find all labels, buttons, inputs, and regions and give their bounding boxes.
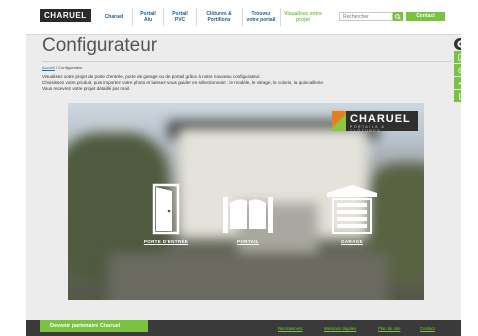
nav-item-portail-alu[interactable]: Portail Alu bbox=[136, 0, 160, 34]
become-partner-button[interactable]: Devenir partenaire Charuel bbox=[40, 320, 148, 332]
nav-separator bbox=[163, 8, 164, 26]
choice-porte-entree-label: PORTE D'ENTRÉE bbox=[143, 239, 189, 244]
search-icon bbox=[395, 13, 401, 20]
choice-garage-label: GARAGE bbox=[341, 239, 363, 244]
nav-item-charuel[interactable]: Charuel bbox=[99, 0, 129, 34]
footer-link-mentions-legales[interactable]: Mentions légales bbox=[324, 326, 356, 331]
title-divider bbox=[42, 61, 452, 62]
footer-link-contact[interactable]: Contact bbox=[420, 326, 435, 331]
nav-item-trouvez-votre-portail[interactable]: Trouvez votre portail bbox=[245, 0, 277, 34]
nav-separator bbox=[132, 8, 133, 26]
breadcrumb-current: Configurateur bbox=[58, 65, 83, 70]
site-logo[interactable]: CHARUEL bbox=[40, 9, 91, 22]
gate-icon bbox=[223, 197, 273, 233]
choice-portail[interactable]: PORTAIL bbox=[218, 191, 278, 244]
hero-brand-logo: CHARUEL PORTAILS & CLÔTURES bbox=[332, 111, 418, 133]
document-icon bbox=[458, 92, 461, 100]
chevron-left-icon bbox=[457, 40, 461, 48]
nav-separator bbox=[196, 8, 197, 26]
search-input[interactable]: Rechercher bbox=[339, 12, 393, 21]
nav-item-clotures-portillons[interactable]: Clôtures & Portillons bbox=[199, 0, 239, 34]
choice-porte-entree[interactable]: PORTE D'ENTRÉE bbox=[136, 183, 196, 244]
choice-garage[interactable]: GARAGE bbox=[320, 183, 384, 244]
search-button[interactable] bbox=[393, 12, 403, 21]
hero-background bbox=[108, 253, 388, 300]
browser-page: CHARUEL Charuel Portail Alu Portail PVC … bbox=[26, 0, 461, 336]
contact-button[interactable]: Contact bbox=[406, 12, 445, 21]
nav-separator bbox=[242, 8, 243, 26]
front-door-icon bbox=[152, 183, 180, 235]
sidebar-document-button[interactable] bbox=[454, 90, 461, 102]
sidebar-target-button[interactable] bbox=[454, 64, 461, 76]
logo-text: CHARUEL bbox=[40, 9, 91, 22]
intro-text: Visualisez votre projet de porte d'entré… bbox=[42, 74, 442, 92]
nav-item-portail-pvc[interactable]: Portail PVC bbox=[167, 0, 193, 34]
logo-mark-icon bbox=[332, 111, 346, 131]
breadcrumb: Accueil / Configurateur bbox=[42, 65, 83, 70]
nav-separator bbox=[280, 8, 281, 26]
garage-door-icon bbox=[327, 185, 377, 234]
footer-link-plan-de-site[interactable]: Plan de site bbox=[378, 326, 400, 331]
sidebar-edit-button[interactable] bbox=[454, 51, 461, 63]
choice-portail-label: PORTAIL bbox=[237, 239, 259, 244]
nav-item-visualisez-votre-projet[interactable]: Visualisez votre projet bbox=[283, 0, 323, 34]
breadcrumb-home-link[interactable]: Accueil bbox=[42, 65, 55, 70]
edit-icon bbox=[457, 53, 461, 61]
share-icon bbox=[458, 81, 461, 85]
sidebar-share-button[interactable] bbox=[454, 77, 461, 89]
site-header: CHARUEL Charuel Portail Alu Portail PVC … bbox=[26, 0, 461, 35]
sidebar-toggle-button[interactable] bbox=[454, 38, 461, 50]
floating-sidebar bbox=[454, 38, 461, 103]
target-icon bbox=[457, 66, 461, 74]
configurator-hero: CHARUEL PORTAILS & CLÔTURES PORTE D'ENTR… bbox=[68, 103, 424, 300]
hero-brand-tagline: PORTAILS & CLÔTURES bbox=[350, 125, 386, 133]
intro-line: Vous recevrez votre projet détaillé par … bbox=[42, 86, 131, 91]
hero-brand-name: CHARUEL bbox=[350, 113, 411, 125]
footer-link-recrutement[interactable]: Recrutement bbox=[278, 326, 303, 331]
page-title: Configurateur bbox=[42, 35, 158, 56]
